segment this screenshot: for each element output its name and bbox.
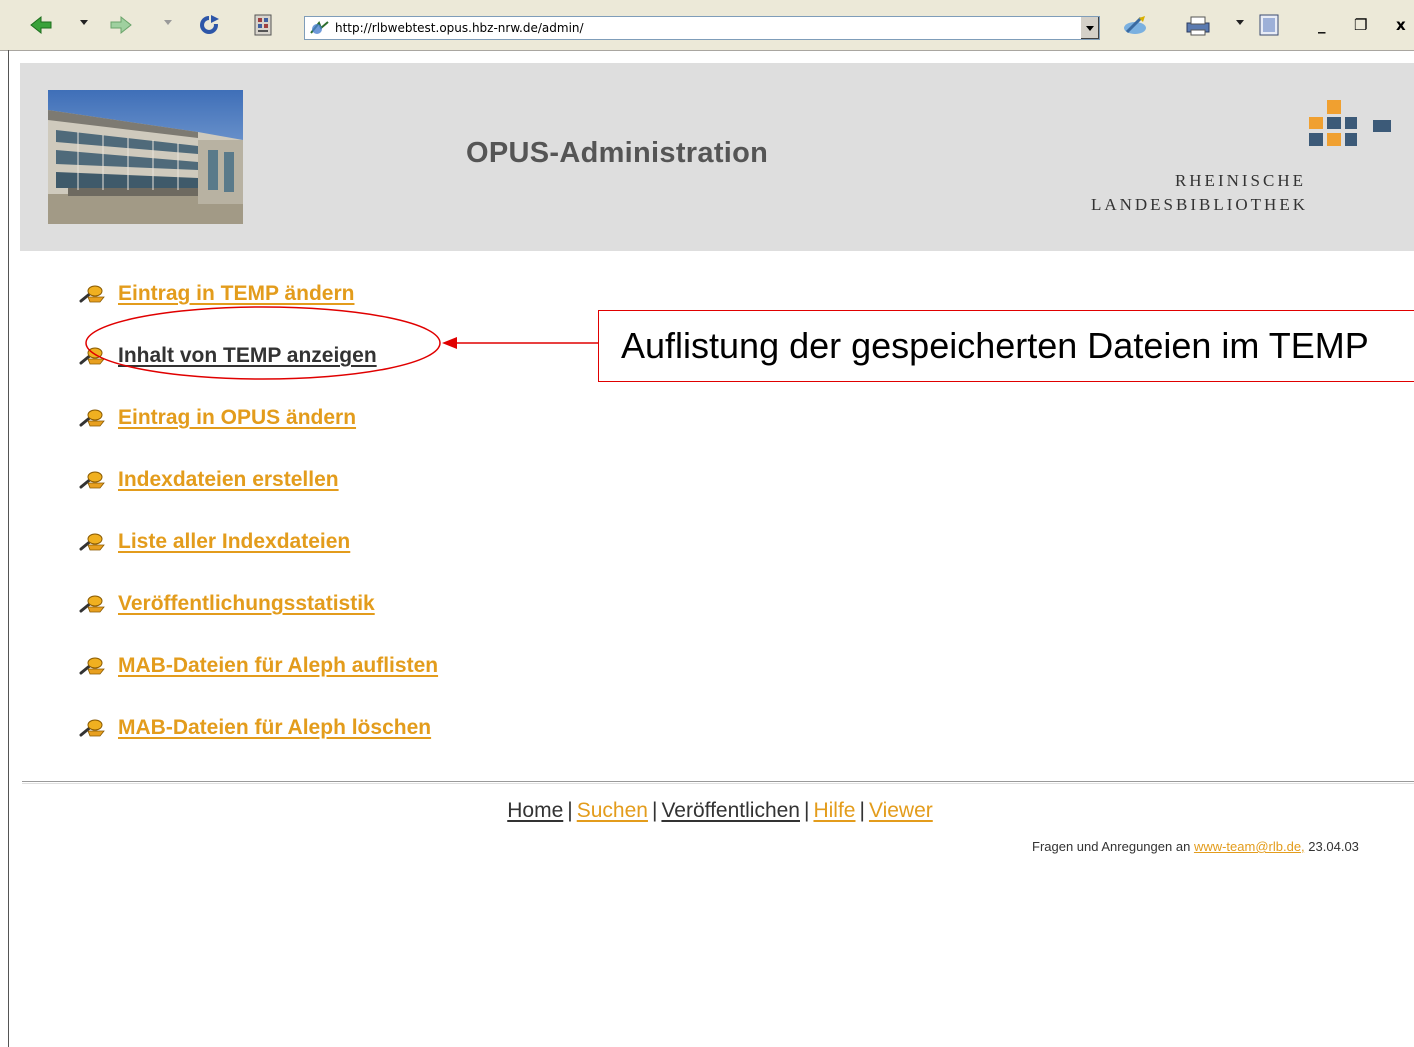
stop-reload-button[interactable] <box>196 12 222 38</box>
restore-button[interactable]: ❐ <box>1354 16 1367 34</box>
key-icon <box>79 533 105 551</box>
back-button[interactable] <box>28 12 54 38</box>
menu-item-statistik: Veröffentlichungsstatistik <box>78 592 375 616</box>
forward-dropdown-arrow[interactable] <box>164 20 172 25</box>
page-frame-border <box>8 50 9 1047</box>
search-icon <box>1124 16 1146 34</box>
annotation-callout: Auflistung der gespeicherten Dateien im … <box>598 310 1414 382</box>
footer-separator-pipe: | <box>859 799 865 822</box>
menu-item-mab-auflisten: MAB-Dateien für Aleph auflisten <box>78 654 438 678</box>
contact-prefix: Fragen und Anregungen an <box>1032 839 1191 854</box>
menu-item-liste-indexdateien: Liste aller Indexdateien <box>78 530 350 554</box>
menu-item-indexdateien-erstellen: Indexdateien erstellen <box>78 468 339 492</box>
logo-text-line1: RHEINISCHE <box>1174 171 1306 190</box>
menu-link-statistik[interactable]: Veröffentlichungsstatistik <box>118 592 375 616</box>
key-icon <box>79 657 105 675</box>
footer-separator <box>22 781 1414 784</box>
menu-link-indexdateien-erstellen[interactable]: Indexdateien erstellen <box>118 468 339 492</box>
contact-date: 23.04.03 <box>1308 839 1359 854</box>
rlb-logo-mark <box>1309 100 1391 146</box>
menu-link-inhalt-temp[interactable]: Inhalt von TEMP anzeigen <box>118 344 377 368</box>
menu-item-mab-loeschen: MAB-Dateien für Aleph löschen <box>78 716 431 740</box>
reload-icon <box>200 15 219 34</box>
key-icon <box>79 285 105 303</box>
menu-link-mab-loeschen[interactable]: MAB-Dateien für Aleph löschen <box>118 716 431 740</box>
key-icon <box>79 595 105 613</box>
key-icon <box>79 347 105 365</box>
menu-link-mab-auflisten[interactable]: MAB-Dateien für Aleph auflisten <box>118 654 438 678</box>
printer-icon <box>1186 16 1210 36</box>
menu-link-eintrag-opus[interactable]: Eintrag in OPUS ändern <box>118 406 356 430</box>
contact-line: Fragen und Anregungen an www-team@rlb.de… <box>1032 839 1359 854</box>
annotation-arrowhead <box>442 337 457 349</box>
annotation-ellipse <box>85 306 441 380</box>
menu-item-inhalt-temp: Inhalt von TEMP anzeigen <box>78 344 377 368</box>
browser-toolbar: http://rlbwebtest.opus.hbz-nrw.de/admin/… <box>0 0 1414 51</box>
footer-separator-pipe: | <box>804 799 810 822</box>
annotation-text: Auflistung der gespeicherten Dateien im … <box>621 325 1369 366</box>
page-icon <box>310 21 329 34</box>
footer-link-hilfe[interactable]: Hilfe <box>813 799 855 822</box>
document-icon <box>1259 14 1279 36</box>
key-icon <box>79 409 105 427</box>
chevron-down-icon <box>1086 25 1094 31</box>
forward-arrow-icon <box>110 15 132 35</box>
footer-separator-pipe: | <box>567 799 573 822</box>
page-grid-icon <box>254 14 272 36</box>
home-button[interactable] <box>250 12 276 38</box>
menu-item-eintrag-opus: Eintrag in OPUS ändern <box>78 406 356 430</box>
print-button[interactable] <box>1182 12 1214 38</box>
footer-link-viewer[interactable]: Viewer <box>869 799 933 822</box>
footer-link-veroeffentlichen[interactable]: Veröffentlichen <box>661 799 800 822</box>
library-building-photo <box>48 90 243 224</box>
menu-link-eintrag-temp[interactable]: Eintrag in TEMP ändern <box>118 282 354 306</box>
footer-link-home[interactable]: Home <box>507 799 563 822</box>
close-button[interactable]: x <box>1396 16 1406 34</box>
search-button[interactable] <box>1118 12 1154 38</box>
address-bar[interactable]: http://rlbwebtest.opus.hbz-nrw.de/admin/ <box>304 16 1100 40</box>
contact-email-link[interactable]: www-team@rlb.de, <box>1194 839 1305 854</box>
address-dropdown-button[interactable] <box>1080 17 1099 39</box>
footer-nav: Home | Suchen | Veröffentlichen | Hilfe | Viewer <box>0 799 1414 823</box>
print-dropdown-arrow[interactable] <box>1236 20 1244 25</box>
back-arrow-icon <box>30 15 52 35</box>
key-icon <box>79 471 105 489</box>
menu-link-liste-indexdateien[interactable]: Liste aller Indexdateien <box>118 530 350 554</box>
edit-button[interactable] <box>1256 12 1282 38</box>
page-title: OPUS-Administration <box>466 137 769 169</box>
menu-item-eintrag-temp: Eintrag in TEMP ändern <box>78 282 354 306</box>
page-header: OPUS-Administration RHEINISCHE LANDESBIB… <box>20 63 1414 251</box>
back-dropdown-arrow[interactable] <box>80 20 88 25</box>
footer-separator-pipe: | <box>651 799 658 822</box>
logo-text-line2: LANDESBIBLIOTHEK <box>1090 195 1308 214</box>
address-url[interactable]: http://rlbwebtest.opus.hbz-nrw.de/admin/ <box>335 21 584 35</box>
key-icon <box>79 719 105 737</box>
footer-link-suchen[interactable]: Suchen <box>577 799 648 822</box>
minimize-button[interactable]: _ <box>1318 16 1326 34</box>
forward-button[interactable] <box>108 12 134 38</box>
